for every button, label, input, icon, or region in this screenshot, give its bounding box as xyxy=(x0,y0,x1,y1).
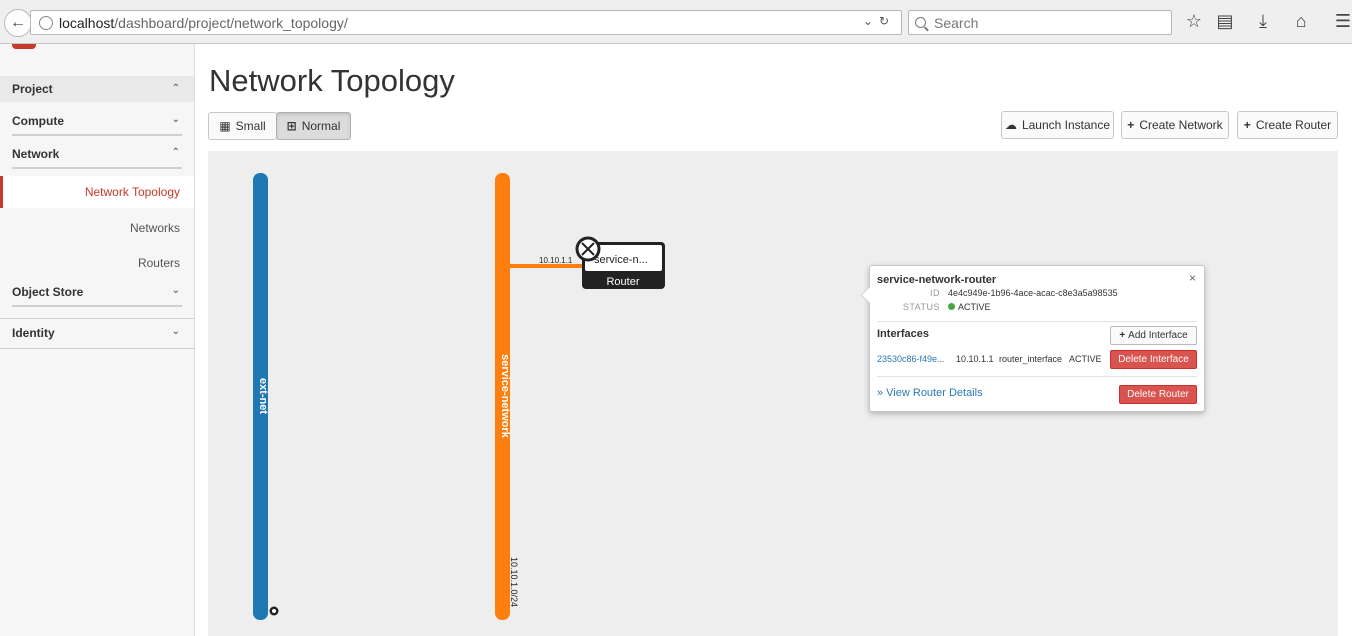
create-network-label: Create Network xyxy=(1139,118,1223,132)
globe-icon xyxy=(39,15,53,30)
divider xyxy=(0,348,194,349)
view-normal-button[interactable]: ⊞ Normal xyxy=(276,112,351,140)
close-icon[interactable]: × xyxy=(1189,271,1196,285)
view-router-details-link[interactable]: » View Router Details xyxy=(877,387,983,399)
create-network-button[interactable]: + Create Network xyxy=(1121,111,1229,139)
view-normal-label: Normal xyxy=(301,119,341,133)
interface-id-link[interactable]: 23530c86-f49e... xyxy=(877,354,945,364)
external-globe-icon xyxy=(269,606,279,616)
url-host: localhost xyxy=(59,14,115,31)
sidebar-network[interactable]: Network ⌃ xyxy=(12,147,182,169)
search-input[interactable]: Search xyxy=(908,10,1172,35)
network-label-ext-net: ext-net xyxy=(257,378,269,414)
grid-small-icon: ▦ xyxy=(219,119,231,133)
delete-interface-button[interactable]: Delete Interface xyxy=(1110,350,1197,369)
popup-status-value: ACTIVE xyxy=(958,302,991,312)
home-icon[interactable]: ⌂ xyxy=(1290,11,1312,32)
bookmark-star-icon[interactable]: ☆ xyxy=(1183,11,1205,32)
sidebar-compute[interactable]: Compute ⌄ xyxy=(12,114,182,136)
create-router-button[interactable]: + Create Router xyxy=(1237,111,1338,139)
sidebar-item-networks[interactable]: Networks xyxy=(0,221,194,235)
reload-icon[interactable]: ⌄↻ xyxy=(863,14,895,28)
interface-ip: 10.10.1.1 xyxy=(956,354,994,364)
grid-large-icon: ⊞ xyxy=(286,119,297,133)
browser-toolbar: ← localhost/dashboard/project/network_to… xyxy=(0,0,1352,44)
network-label-service-network: service-network xyxy=(499,354,511,439)
router-node[interactable]: service-n... Router xyxy=(575,236,665,289)
router-link-ip: 10.10.1.1 xyxy=(539,256,573,265)
sidebar-project[interactable]: Project ⌃ xyxy=(0,76,194,102)
popup-status: ACTIVE xyxy=(948,302,991,312)
router-node-name: service-n... xyxy=(594,254,648,266)
sidebar-identity-label: Identity xyxy=(12,326,55,340)
chevron-down-icon: ⌄ xyxy=(171,114,180,125)
sidebar-identity[interactable]: Identity ⌄ xyxy=(0,326,194,340)
add-interface-label: Add Interface xyxy=(1128,330,1188,341)
delete-router-button[interactable]: Delete Router xyxy=(1119,385,1197,404)
sidebar-project-label: Project xyxy=(12,82,53,96)
plus-icon: + xyxy=(1127,118,1135,132)
sidebar-item-routers[interactable]: Routers xyxy=(0,256,194,270)
chevron-up-icon: ⌃ xyxy=(171,83,180,94)
add-interface-button[interactable]: + Add Interface xyxy=(1110,326,1197,345)
address-bar[interactable]: localhost/dashboard/project/network_topo… xyxy=(30,10,902,35)
popup-arrow xyxy=(861,286,870,304)
divider xyxy=(877,321,1197,322)
logo xyxy=(0,44,194,52)
chevron-down-icon: ⌄ xyxy=(171,285,180,296)
sidebar-object-store-label: Object Store xyxy=(12,285,84,299)
interfaces-title: Interfaces xyxy=(877,328,929,340)
router-icon xyxy=(575,236,601,262)
cloud-upload-icon: ☁ xyxy=(1004,118,1017,132)
popup-id-label: ID xyxy=(930,288,940,298)
sidebar-item-network-topology[interactable]: Network Topology xyxy=(0,176,194,208)
status-dot-icon xyxy=(948,303,955,310)
popup-status-label: STATUS xyxy=(902,302,940,312)
interface-type: router_interface xyxy=(999,354,1063,364)
divider xyxy=(877,376,1197,377)
page-title: Network Topology xyxy=(209,63,455,98)
url-path: /dashboard/project/network_topology/ xyxy=(114,14,348,31)
sidebar-network-label: Network xyxy=(12,147,60,161)
arrow-left-icon: ← xyxy=(10,14,26,31)
router-node-type: Router xyxy=(606,276,639,288)
launch-instance-label: Launch Instance xyxy=(1021,118,1111,132)
network-cidr: 10.10.1.0/24 xyxy=(509,557,519,607)
back-button[interactable]: ← xyxy=(4,9,32,37)
divider xyxy=(0,318,194,319)
popup-id-value: 4e4c949e-1b96-4ace-acac-c8e3a5a98535 xyxy=(948,288,1118,298)
download-icon[interactable]: ⤓ xyxy=(1252,11,1274,32)
sidebar: Project ⌃ Compute ⌄ Network ⌃ Network To… xyxy=(0,44,195,636)
view-small-label: Small xyxy=(235,119,266,133)
search-placeholder: Search xyxy=(934,14,979,31)
plus-icon: + xyxy=(1119,330,1126,341)
sidebar-compute-label: Compute xyxy=(12,114,64,128)
interface-status: ACTIVE xyxy=(1069,354,1102,364)
router-popup: service-network-router × ID 4e4c949e-1b9… xyxy=(861,265,1205,412)
menu-icon[interactable]: ☰ xyxy=(1332,11,1352,32)
launch-instance-button[interactable]: ☁ Launch Instance xyxy=(1001,111,1114,139)
reading-list-icon[interactable]: ▤ xyxy=(1214,11,1236,32)
sidebar-object-store[interactable]: Object Store ⌄ xyxy=(12,285,182,307)
plus-icon: + xyxy=(1243,118,1251,132)
chevron-down-icon: ⌄ xyxy=(171,326,180,337)
create-router-label: Create Router xyxy=(1255,118,1332,132)
view-small-button[interactable]: ▦ Small xyxy=(208,112,277,140)
chevron-up-icon: ⌃ xyxy=(171,147,180,158)
search-icon xyxy=(915,17,926,28)
popup-title: service-network-router xyxy=(877,274,997,286)
